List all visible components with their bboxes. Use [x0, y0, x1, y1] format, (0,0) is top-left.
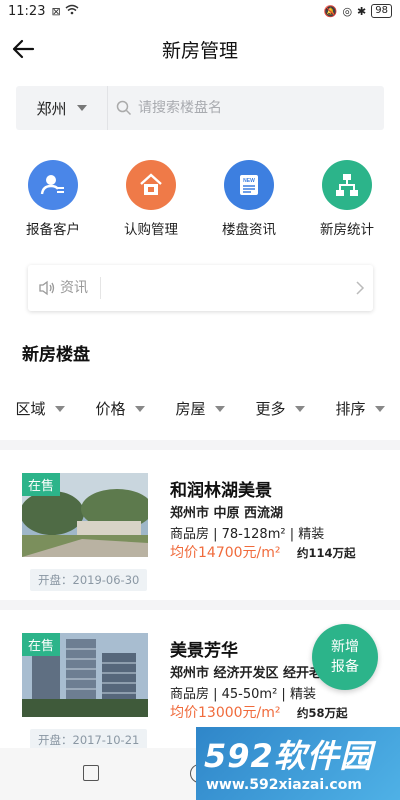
filter-label: 价格 [95, 400, 126, 418]
news-ticker[interactable]: 资讯 [28, 265, 373, 311]
filter-label: 房屋 [175, 400, 206, 418]
watermark-url: www.592xiazai.com [206, 777, 362, 793]
svg-text:NEW: NEW [243, 178, 255, 184]
nav-bar: 新房管理 [0, 22, 400, 76]
divider [0, 440, 400, 450]
chevron-down-icon [54, 405, 65, 412]
property-price: 均价13000元/m² [170, 705, 281, 721]
filter-more[interactable]: 更多 [255, 398, 305, 419]
chevron-down-icon [134, 405, 145, 412]
filter-label: 排序 [335, 400, 366, 418]
search-field[interactable] [108, 86, 384, 130]
chevron-down-icon [214, 405, 225, 412]
status-time: 11:23 [8, 3, 46, 19]
close-box-icon: ⊠ [51, 4, 61, 18]
filter-label: 更多 [255, 400, 286, 418]
news-label: 资讯 [60, 277, 101, 299]
add-report-button[interactable]: 新增 报备 [312, 624, 378, 690]
back-arrow-icon [12, 39, 35, 59]
property-location: 郑州市 中原 西流湖 [170, 506, 284, 521]
filter-house[interactable]: 房屋 [175, 398, 225, 419]
city-label: 郑州 [36, 99, 67, 118]
quick-action-label: 报备客户 [26, 222, 80, 238]
status-bar: 11:23 ⊠ 🔕 ◎ ✱ 98 [0, 0, 400, 22]
quick-action-report-client[interactable]: 报备客户 [8, 160, 98, 238]
recent-apps-icon[interactable] [83, 765, 99, 781]
search-bar: 郑州 [16, 86, 384, 130]
quick-action-statistics[interactable]: 新房统计 [302, 160, 392, 238]
property-total-price: 约114万起 [297, 546, 356, 560]
property-meta: 商品房 | 78-128m² | 精装 [170, 527, 325, 542]
quick-action-label: 认购管理 [124, 222, 178, 238]
quick-action-subscription[interactable]: 认购管理 [106, 160, 196, 238]
property-meta: 商品房 | 45-50m² | 精装 [170, 687, 316, 702]
watermark-text: 592软件园 [204, 737, 373, 775]
search-input[interactable] [138, 100, 338, 116]
watermark-logo: 592软件园 www.592xiazai.com [196, 727, 400, 800]
house-icon [126, 160, 176, 210]
bluetooth-icon: ✱ [357, 4, 367, 18]
location-icon: ◎ [342, 4, 353, 18]
property-name: 和润林湖美景 [170, 481, 272, 501]
quick-actions: 报备客户 认购管理 NEW 楼盘资讯 新房统计 [0, 160, 400, 238]
property-location: 郑州市 经济开发区 经开老 [170, 666, 323, 681]
chevron-right-icon [356, 281, 365, 295]
listing-card[interactable]: 在售 和润林湖美景 郑州市 中原 西流湖 商品房 | 78-128m² | 精装… [0, 450, 400, 600]
speaker-icon [39, 280, 55, 296]
city-selector[interactable]: 郑州 [16, 86, 108, 130]
back-button[interactable] [10, 36, 36, 62]
filter-bar: 区域 价格 房屋 更多 排序 [0, 398, 400, 419]
chevron-down-icon [76, 105, 87, 111]
hierarchy-icon [322, 160, 372, 210]
quick-action-label: 新房统计 [320, 222, 374, 238]
filter-sort[interactable]: 排序 [335, 398, 385, 419]
property-name: 美景芳华 [170, 641, 238, 661]
property-image: 在售 [22, 633, 148, 717]
wifi-icon [65, 4, 79, 18]
status-badge: 在售 [22, 633, 61, 656]
page-title: 新房管理 [161, 39, 238, 62]
fab-label-line1: 新增 [331, 639, 359, 655]
opening-date: 开盘：2019-06-30 [30, 569, 148, 591]
filter-label: 区域 [15, 400, 46, 418]
status-badge: 在售 [22, 473, 61, 496]
section-title: 新房楼盘 [22, 345, 90, 365]
mute-icon: 🔕 [323, 4, 338, 18]
filter-price[interactable]: 价格 [95, 398, 145, 419]
chevron-down-icon [374, 405, 385, 412]
property-price: 均价14700元/m² [170, 545, 281, 561]
chevron-down-icon [294, 405, 305, 412]
battery-indicator: 98 [371, 4, 392, 18]
quick-action-label: 楼盘资讯 [222, 222, 276, 238]
news-icon: NEW [224, 160, 274, 210]
filter-region[interactable]: 区域 [15, 398, 65, 419]
divider [0, 600, 400, 610]
fab-label-line2: 报备 [331, 659, 359, 675]
property-image: 在售 [22, 473, 148, 557]
search-icon [116, 100, 132, 116]
quick-action-property-news[interactable]: NEW 楼盘资讯 [204, 160, 294, 238]
person-card-icon [28, 160, 78, 210]
property-total-price: 约58万起 [297, 706, 348, 720]
